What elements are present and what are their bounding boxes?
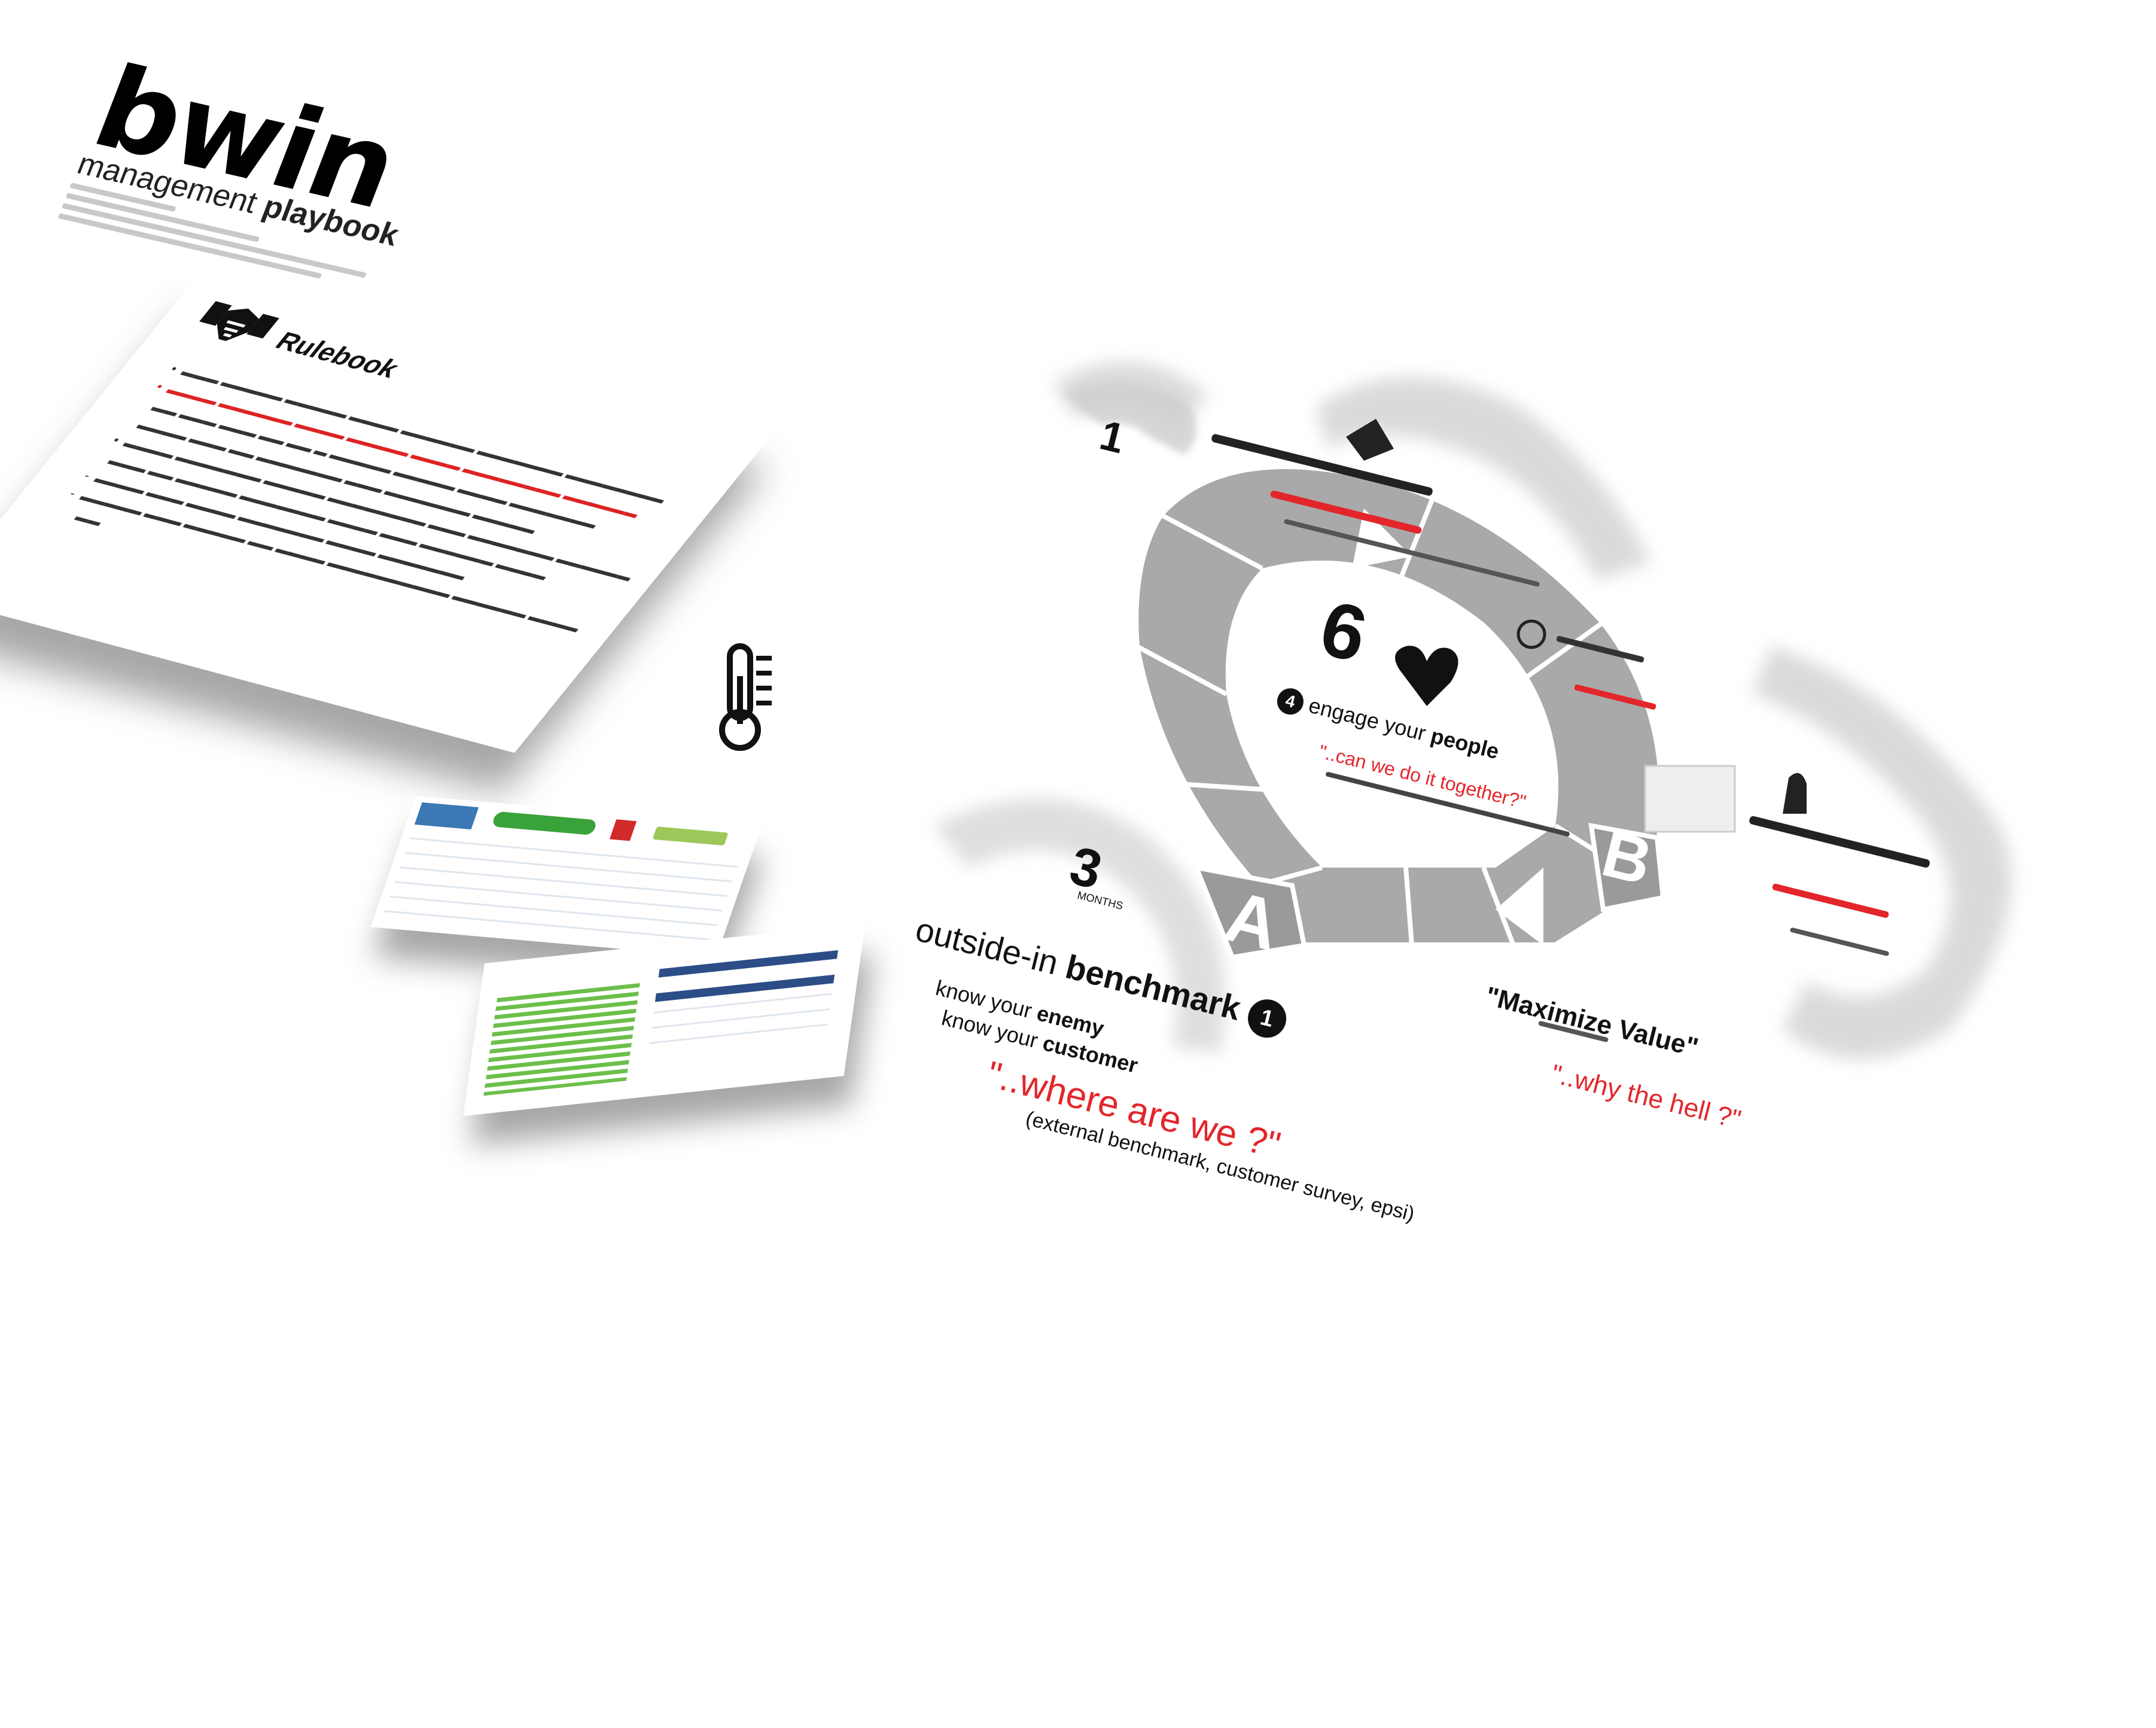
thumb-logo [652, 826, 729, 846]
map-thumbnail [1644, 765, 1736, 833]
rulebook-list: • ▬▬▬ ▬▬▬▬▬ ▬▬▬▬▬ ▬▬▬▬ ▬▬▬▬▬▬ ▬▬▬▬▬▬▬ ▬▬… [49, 360, 687, 656]
person-icon [1783, 773, 1807, 814]
rulebook-title: Rulebook [269, 327, 406, 384]
thermometer-icon [719, 643, 772, 751]
handshake-icon [199, 301, 279, 341]
thumb-bars [483, 983, 640, 1096]
thumb-logo [609, 819, 637, 841]
thumb-logo [491, 811, 598, 835]
thumb-logo [414, 802, 479, 830]
title-block: bwin management playbook [48, 42, 482, 327]
benchmark-table-thumbnail [370, 796, 762, 957]
rulebook-card: Rulebook • ▬▬▬ ▬▬▬▬▬ ▬▬▬▬▬ ▬▬▬▬ ▬▬▬▬▬▬ ▬… [0, 272, 778, 753]
cycle-diagram: 1 6 3 MONTHS A B 4 engage your people "..… [718, 311, 2094, 1226]
